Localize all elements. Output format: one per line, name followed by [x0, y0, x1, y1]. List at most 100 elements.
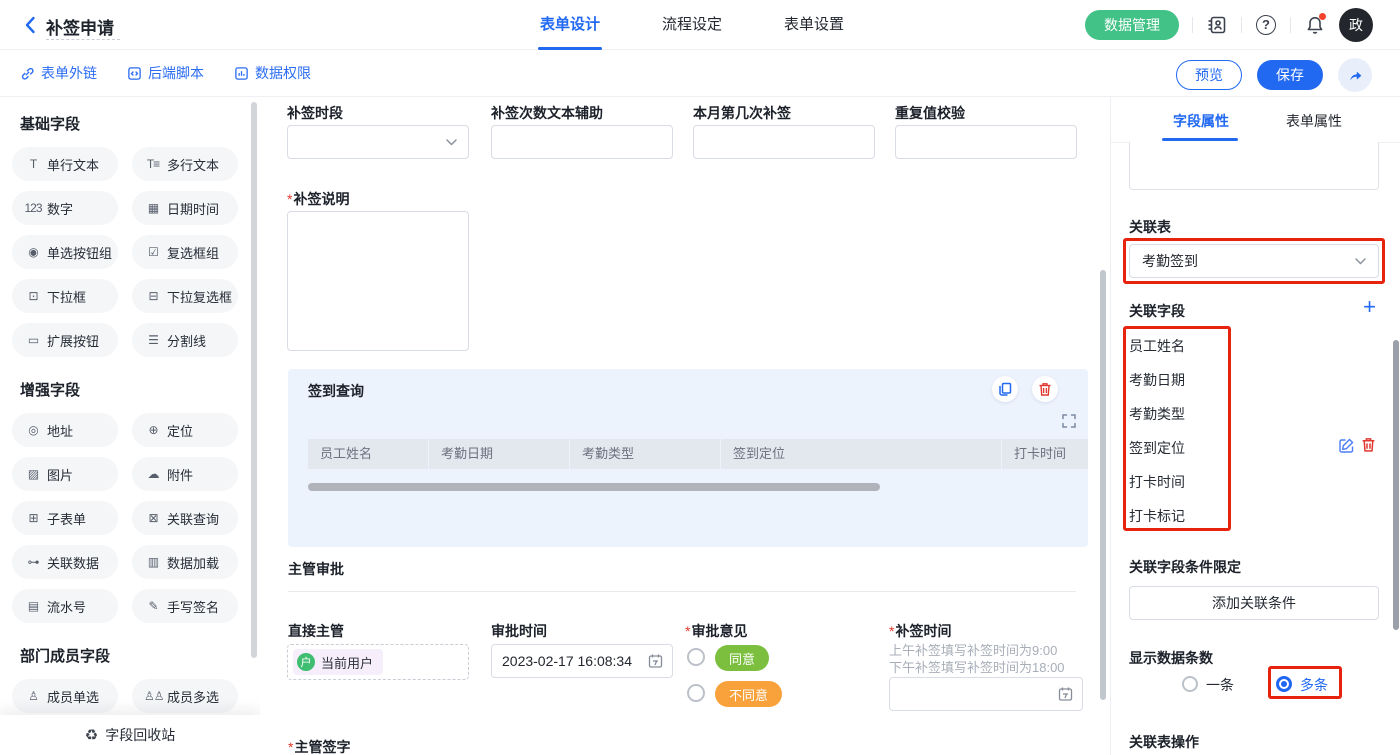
- tab-form-setting[interactable]: 表单设置: [784, 0, 844, 50]
- page-title[interactable]: 补签申请: [46, 14, 114, 39]
- sidebar-section-title: 增强字段: [20, 379, 260, 400]
- disagree-radio[interactable]: [687, 684, 705, 702]
- resign-time-hint-1: 上午补签填写补签时间为9:00: [889, 642, 1057, 659]
- related-field-item[interactable]: 考勤日期: [1129, 370, 1185, 390]
- preview-button[interactable]: 预览: [1176, 60, 1242, 90]
- agree-pill[interactable]: 同意: [715, 645, 769, 671]
- approval-time-input[interactable]: 2023-02-17 16:08:34: [491, 644, 673, 678]
- data-manage-button[interactable]: 数据管理: [1085, 10, 1179, 40]
- tab-form-design[interactable]: 表单设计: [540, 0, 600, 50]
- partial-input-box[interactable]: [1129, 142, 1379, 190]
- related-field-item[interactable]: 打卡标记: [1129, 506, 1185, 526]
- field-pill-address[interactable]: ◎地址: [12, 413, 118, 447]
- radio-group-icon: ◉: [24, 245, 42, 259]
- multi-record-radio[interactable]: [1276, 676, 1292, 692]
- field-pill-lookup[interactable]: ⊠关联查询: [132, 501, 238, 535]
- table-ops-label: 关联表操作: [1129, 732, 1199, 752]
- save-button[interactable]: 保存: [1257, 60, 1323, 90]
- field-pill-data-load[interactable]: ▥数据加载: [132, 545, 238, 579]
- agree-radio[interactable]: [687, 648, 705, 666]
- number-icon: 123: [24, 201, 42, 215]
- field-pill-image[interactable]: ▨图片: [12, 457, 118, 491]
- disagree-pill[interactable]: 不同意: [715, 681, 782, 707]
- resign-time-input[interactable]: [889, 677, 1083, 711]
- lookup-column-header: 打卡时间: [1002, 439, 1088, 469]
- canvas-scrollbar[interactable]: [1100, 270, 1106, 700]
- single-record-label[interactable]: 一条: [1206, 675, 1234, 695]
- share-button[interactable]: [1338, 58, 1372, 92]
- related-field-item[interactable]: 打卡时间: [1129, 472, 1185, 492]
- property-panel: 字段属性 表单属性 关联表 考勤签到 关联字段 + 员工姓名考勤日期考勤类型签到…: [1110, 97, 1400, 755]
- field-pill-single-line-text[interactable]: T单行文本: [12, 147, 118, 181]
- title-edit-underline: [46, 39, 120, 40]
- related-field-item[interactable]: 签到定位: [1129, 438, 1185, 458]
- field-pill-subform[interactable]: ⊞子表单: [12, 501, 118, 535]
- separator: [1192, 17, 1193, 33]
- field-pill-divider[interactable]: ☰分割线: [132, 323, 238, 357]
- tab-field-properties[interactable]: 字段属性: [1161, 111, 1241, 131]
- required-star: *: [287, 191, 292, 207]
- resign-remark-textarea[interactable]: [287, 211, 469, 351]
- resign-count-input[interactable]: [491, 125, 673, 159]
- field-pill-linked-data[interactable]: ⊶关联数据: [12, 545, 118, 579]
- field-pill-multi-line-text[interactable]: T≡多行文本: [132, 147, 238, 181]
- app-header: 补签申请 表单设计 流程设定 表单设置 数据管理 ? 政: [0, 0, 1400, 50]
- direct-manager-field[interactable]: 户 当前用户: [287, 644, 469, 680]
- field-pill-select[interactable]: ⊡下拉框: [12, 279, 118, 313]
- field-pill-signature[interactable]: ✎手写签名: [132, 589, 238, 623]
- resign-period-select[interactable]: [287, 125, 469, 159]
- field-pill-checkbox-group[interactable]: ☑复选框组: [132, 235, 238, 269]
- form-external-link[interactable]: 表单外链: [20, 63, 97, 83]
- separator: [1241, 17, 1242, 33]
- multi-record-label[interactable]: 多条: [1300, 675, 1328, 695]
- backend-script-link[interactable]: 后端脚本: [127, 63, 204, 83]
- panel-scrollbar[interactable]: [1393, 340, 1399, 630]
- related-field-item[interactable]: 考勤类型: [1129, 404, 1185, 424]
- avatar[interactable]: 政: [1339, 8, 1373, 42]
- month-count-input[interactable]: [693, 125, 875, 159]
- field-pill-member-multi[interactable]: ♙♙成员多选: [132, 679, 238, 713]
- sidebar-scrollbar[interactable]: [251, 102, 257, 658]
- delete-button[interactable]: [1032, 376, 1058, 402]
- field-library-sidebar: 基础字段T单行文本T≡多行文本123数字▦日期时间◉单选按钮组☑复选框组⊡下拉框…: [0, 97, 260, 755]
- field-pill-radio-group[interactable]: ◉单选按钮组: [12, 235, 118, 269]
- field-pill-number[interactable]: 123数字: [12, 191, 118, 225]
- single-record-radio[interactable]: [1182, 676, 1198, 692]
- field-pill-multi-select[interactable]: ⊟下拉复选框: [132, 279, 238, 313]
- expand-icon[interactable]: [1062, 414, 1076, 428]
- tab-form-properties[interactable]: 表单属性: [1274, 111, 1354, 131]
- field-pill-location[interactable]: ⊕定位: [132, 413, 238, 447]
- address-icon: ◎: [24, 423, 42, 437]
- field-pill-extend-button[interactable]: ▭扩展按钮: [12, 323, 118, 357]
- required-star: *: [288, 739, 293, 755]
- field-recycle-bin[interactable]: ♻ 字段回收站: [0, 715, 260, 755]
- contact-book-icon[interactable]: [1206, 14, 1228, 36]
- copy-button[interactable]: [992, 376, 1018, 402]
- notification-bell-icon[interactable]: [1304, 14, 1326, 36]
- help-icon[interactable]: ?: [1255, 14, 1277, 36]
- tab-flow-setting[interactable]: 流程设定: [662, 0, 722, 50]
- lookup-horizontal-scrollbar[interactable]: [308, 483, 880, 491]
- separator: [1290, 17, 1291, 33]
- related-fields-label: 关联字段: [1129, 301, 1185, 321]
- lookup-section-card[interactable]: 签到查询 员工姓名考勤日期考勤类型签到定位打卡时间: [288, 369, 1088, 547]
- add-field-plus-icon[interactable]: +: [1363, 296, 1376, 318]
- data-load-icon: ▥: [144, 555, 162, 569]
- related-field-item[interactable]: 员工姓名: [1129, 336, 1185, 356]
- duplicate-check-input[interactable]: [895, 125, 1077, 159]
- link-icon: [20, 66, 35, 81]
- field-pill-datetime[interactable]: ▦日期时间: [132, 191, 238, 225]
- field-pill-member-single[interactable]: ♙成员单选: [12, 679, 118, 713]
- display-count-label: 显示数据条数: [1129, 648, 1213, 668]
- current-user-tag[interactable]: 户 当前用户: [293, 649, 383, 675]
- data-permission-link[interactable]: 数据权限: [234, 63, 311, 83]
- field-pill-attachment[interactable]: ☁附件: [132, 457, 238, 491]
- trash-icon[interactable]: [1361, 437, 1379, 455]
- back-icon[interactable]: [20, 14, 42, 36]
- add-condition-button[interactable]: 添加关联条件: [1129, 586, 1379, 620]
- edit-icon[interactable]: [1338, 437, 1356, 455]
- field-label: *主管签字: [288, 737, 350, 755]
- related-table-select[interactable]: 考勤签到: [1129, 244, 1379, 278]
- location-icon: ⊕: [144, 423, 162, 437]
- field-pill-serial-number[interactable]: ▤流水号: [12, 589, 118, 623]
